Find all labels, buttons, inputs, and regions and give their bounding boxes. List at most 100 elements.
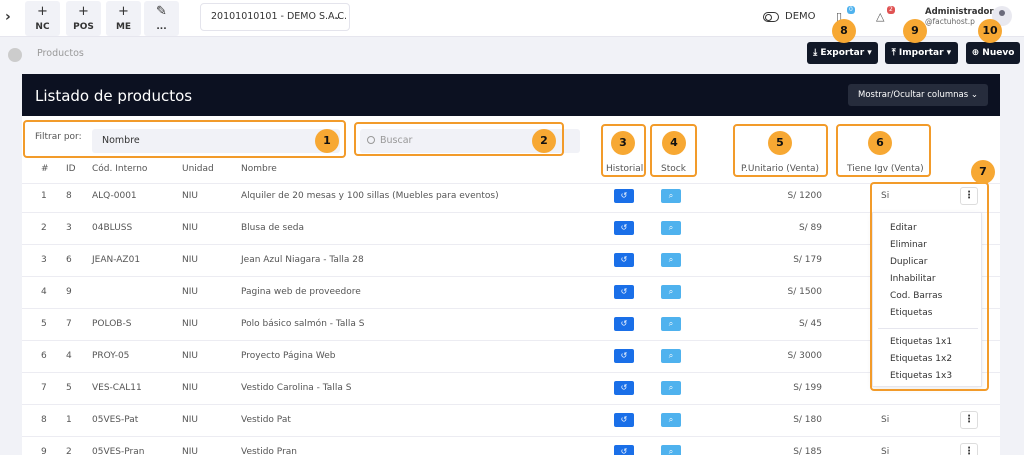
callout-badge: 5 (768, 131, 792, 155)
row-name: Polo básico salmón - Talla S (241, 319, 365, 329)
bell-icon[interactable]: △ (876, 10, 884, 23)
history-button[interactable]: ↺ (614, 285, 634, 299)
callout-badge: 7 (971, 160, 995, 184)
history-button[interactable]: ↺ (614, 445, 634, 455)
row-id: 1 (66, 415, 72, 425)
row-code: VES-CAL11 (92, 383, 142, 393)
row-price: S/ 185 (793, 447, 822, 455)
stock-button[interactable]: ⌕ (661, 349, 681, 363)
row-unit: NIU (182, 223, 198, 233)
row-unit: NIU (182, 319, 198, 329)
row-code: 05VES-Pat (92, 415, 139, 425)
quick-button-label: ME (115, 22, 132, 32)
chevron-right-icon[interactable]: › (5, 9, 11, 25)
divider (22, 308, 1000, 309)
new-me-button[interactable]: + ME (106, 1, 141, 36)
history-button[interactable]: ↺ (614, 413, 634, 427)
row-number: 5 (41, 319, 47, 329)
row-number: 2 (41, 223, 47, 233)
toggle-icon[interactable] (763, 12, 779, 22)
row-unit: NIU (182, 191, 198, 201)
row-name: Vestido Pat (241, 415, 291, 425)
new-pos-button[interactable]: + POS (66, 1, 101, 36)
quick-button-label: POS (73, 22, 94, 32)
history-button[interactable]: ↺ (614, 253, 634, 267)
row-price: S/ 89 (798, 223, 822, 233)
export-button[interactable]: ⤓ Exportar ▾ (807, 42, 878, 64)
callout-badge: 10 (978, 19, 1002, 43)
quick-button-label: ... (156, 22, 167, 32)
upload-icon: ⤒ (891, 48, 899, 58)
column-header-code: Cód. Interno (92, 164, 148, 174)
row-price: S/ 180 (793, 415, 822, 425)
plus-circle-icon: ⊕ (971, 48, 983, 58)
row-code: 04BLUSS (92, 223, 133, 233)
row-name: Proyecto Página Web (241, 351, 336, 361)
row-unit: NIU (182, 287, 198, 297)
stock-button[interactable]: ⌕ (661, 221, 681, 235)
row-unit: NIU (182, 255, 198, 265)
stock-button[interactable]: ⌕ (661, 381, 681, 395)
callout-highlight-filter (23, 120, 346, 158)
row-igv: Si (881, 415, 890, 425)
divider (22, 372, 1000, 373)
stock-button[interactable]: ⌕ (661, 285, 681, 299)
stock-button[interactable]: ⌕ (661, 413, 681, 427)
row-id: 3 (66, 223, 72, 233)
row-number: 4 (41, 287, 47, 297)
plus-icon: + (118, 4, 129, 19)
row-code: JEAN-AZ01 (92, 255, 141, 265)
row-unit: NIU (182, 447, 198, 455)
column-header-num: # (41, 164, 49, 174)
stock-button[interactable]: ⌕ (661, 445, 681, 455)
toggle-columns-button[interactable]: Mostrar/Ocultar columnas ⌄ (848, 84, 988, 106)
import-button[interactable]: ⤒ Importar ▾ (885, 42, 958, 64)
row-actions-button[interactable]: ⋮ (960, 443, 978, 455)
card-header: Listado de productos Mostrar/Ocultar col… (22, 74, 1000, 116)
row-id: 5 (66, 383, 72, 393)
stock-button[interactable]: ⌕ (661, 189, 681, 203)
divider (22, 436, 1000, 437)
notification-badge: 2 (887, 6, 895, 14)
new-product-button[interactable]: ⊕ Nuevo (966, 42, 1020, 64)
history-button[interactable]: ↺ (614, 189, 634, 203)
row-id: 7 (66, 319, 72, 329)
row-number: 7 (41, 383, 47, 393)
user-name: Administrador (925, 7, 994, 17)
row-id: 2 (66, 447, 72, 455)
callout-badge: 2 (532, 129, 556, 153)
row-unit: NIU (182, 351, 198, 361)
history-button[interactable]: ↺ (614, 317, 634, 331)
quick-button-label: NC (35, 22, 50, 32)
row-actions-button[interactable]: ⋮ (960, 411, 978, 429)
divider (22, 404, 1000, 405)
top-navbar: › + NC + POS + ME ✎ ... 20101010101 - DE… (0, 0, 1024, 37)
callout-badge: 9 (903, 19, 927, 43)
row-code: 05VES-Pran (92, 447, 145, 455)
row-number: 3 (41, 255, 47, 265)
divider (22, 212, 1000, 213)
row-unit: NIU (182, 415, 198, 425)
callout-badge: 8 (832, 19, 856, 43)
history-button[interactable]: ↺ (614, 221, 634, 235)
stock-button[interactable]: ⌕ (661, 317, 681, 331)
divider (22, 276, 1000, 277)
row-code: ALQ-0001 (92, 191, 137, 201)
user-email: @factuhost.p (925, 17, 975, 26)
row-name: Vestido Pran (241, 447, 297, 455)
home-icon (8, 48, 22, 62)
history-button[interactable]: ↺ (614, 349, 634, 363)
row-igv: Si (881, 447, 890, 455)
divider (22, 244, 1000, 245)
stock-button[interactable]: ⌕ (661, 253, 681, 267)
row-number: 6 (41, 351, 47, 361)
history-button[interactable]: ↺ (614, 381, 634, 395)
divider (22, 340, 1000, 341)
edit-shortcut-button[interactable]: ✎ ... (144, 1, 179, 36)
company-select-value: 20101010101 - DEMO S.A.C. (211, 11, 348, 22)
callout-badge: 3 (611, 131, 635, 155)
new-credit-note-button[interactable]: + NC (25, 1, 60, 36)
company-select[interactable]: 20101010101 - DEMO S.A.C. ⌄ (200, 3, 350, 31)
cart-badge: 0 (847, 6, 855, 14)
callout-badge: 1 (315, 129, 339, 153)
